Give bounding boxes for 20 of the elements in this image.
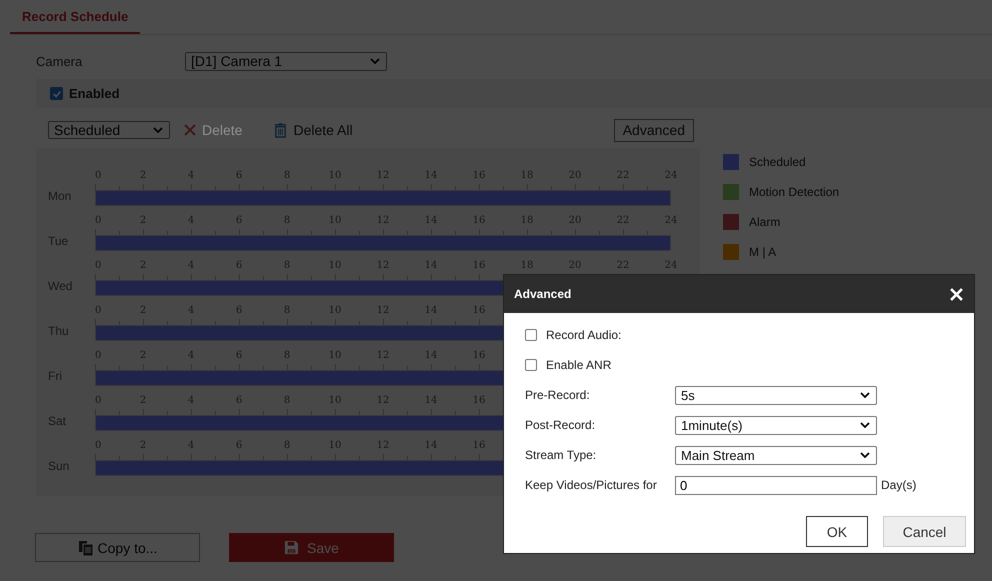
field-label: Pre-Record: (525, 388, 591, 402)
field-label: Keep Videos/Pictures for (525, 478, 658, 492)
field-label: Post-Record: (525, 418, 596, 432)
cancel-button[interactable]: Cancel (883, 516, 966, 547)
ok-button[interactable]: OK (806, 516, 868, 547)
checkbox-label: Enable ANR (546, 358, 612, 372)
dropdown[interactable]: 5s (675, 386, 877, 404)
camera-label: Camera (36, 54, 84, 68)
legend-label: Motion Detection (749, 185, 840, 199)
enabled-label: Enabled (69, 86, 120, 101)
checkbox-label: Record Audio: (546, 328, 622, 342)
legend-label: Scheduled (749, 155, 806, 169)
unit-label: Day(s) (881, 478, 916, 492)
legend-label: M | A (749, 245, 776, 259)
days-input[interactable]: 0 (675, 476, 877, 494)
legend-label: Alarm (749, 215, 780, 229)
field-label: Stream Type: (525, 448, 598, 462)
dropdown[interactable]: 1minute(s) (675, 416, 877, 434)
dialog-title: Advanced (514, 287, 572, 301)
dropdown[interactable]: Main Stream (675, 446, 877, 464)
